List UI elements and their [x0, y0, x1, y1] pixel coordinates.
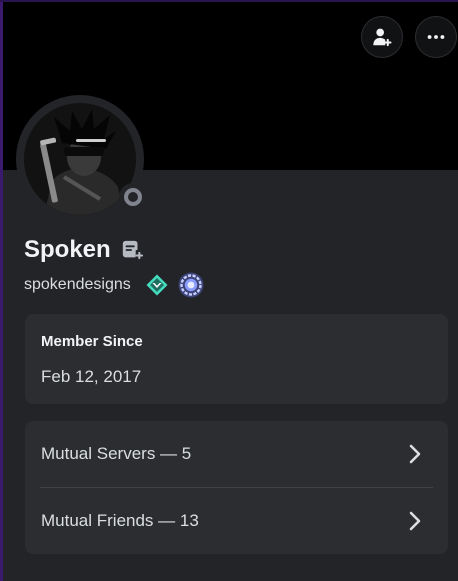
status-indicator: [119, 183, 147, 211]
add-note-icon[interactable]: [121, 239, 143, 261]
more-options-button[interactable]: [415, 16, 457, 58]
chevron-right-icon: [409, 444, 421, 464]
user-profile-popout: Spoken spokendesigns Member Since Feb 12…: [0, 0, 458, 581]
more-options-icon: [427, 35, 445, 39]
member-since-card: Member Since Feb 12, 2017: [25, 314, 448, 404]
add-friend-button[interactable]: [361, 16, 403, 58]
member-since-heading: Member Since: [41, 333, 143, 350]
username: spokendesigns: [24, 276, 131, 293]
mutual-servers-row[interactable]: Mutual Servers — 5: [25, 421, 448, 487]
hypesquad-balance-badge-icon[interactable]: [145, 273, 169, 297]
mutual-friends-label: Mutual Friends — 13: [41, 511, 199, 530]
member-since-date: Feb 12, 2017: [41, 367, 142, 386]
display-name: Spoken: [24, 236, 111, 263]
display-name-row: Spoken: [24, 234, 143, 266]
mutual-servers-label: Mutual Servers — 5: [41, 444, 192, 463]
avatar-container[interactable]: [16, 95, 147, 223]
mutual-friends-row[interactable]: Mutual Friends — 13: [25, 488, 448, 554]
username-row: spokendesigns: [24, 271, 205, 299]
nitro-tenure-badge-icon[interactable]: [177, 271, 205, 299]
chevron-right-icon: [409, 511, 421, 531]
add-friend-icon: [373, 28, 392, 47]
offline-status-dot: [124, 188, 142, 206]
mutuals-card: Mutual Servers — 5 Mutual Friends — 13: [25, 421, 448, 554]
